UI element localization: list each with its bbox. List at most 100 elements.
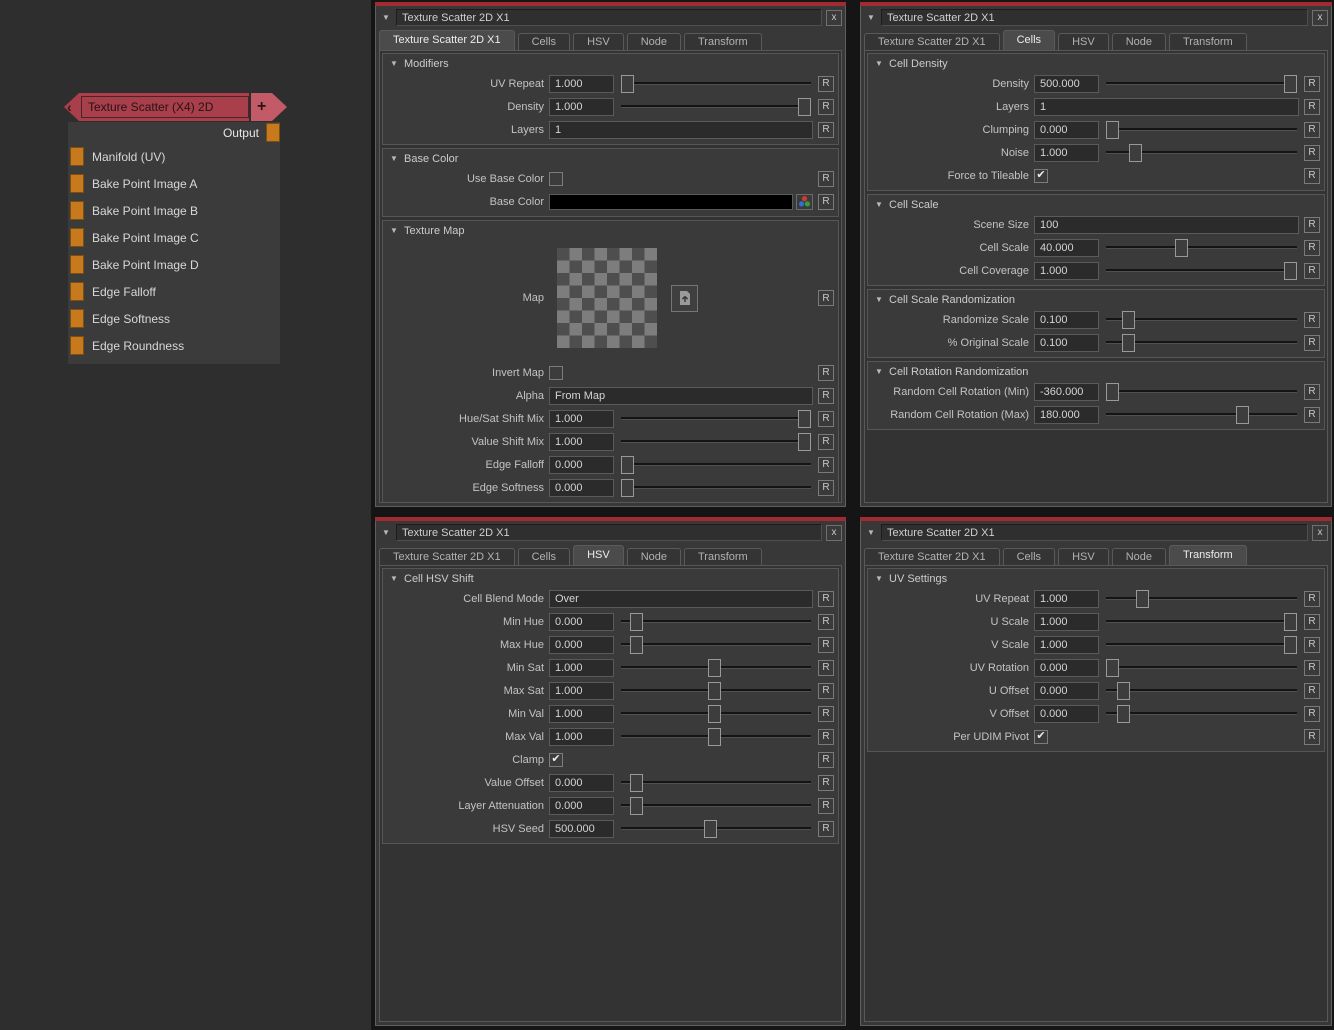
collapse-arrow-icon[interactable]: ▼ [865,528,877,537]
layer-attenuation-slider-handle[interactable] [630,797,643,815]
edge-softness-field[interactable]: 0.000 [549,479,614,497]
load-image-button[interactable] [671,285,698,312]
min-val-field[interactable]: 1.000 [549,705,614,723]
hue-sat-shift-mix-reset-button[interactable]: R [818,411,834,427]
value-shift-mix-slider-handle[interactable] [798,433,811,451]
panel-title-field[interactable]: Texture Scatter 2D X1 [881,9,1308,26]
density-reset-button[interactable]: R [1304,76,1320,92]
tab-cells[interactable]: Cells [518,33,570,50]
panel-title-field[interactable]: Texture Scatter 2D X1 [881,524,1308,541]
density-field[interactable]: 1.000 [549,98,614,116]
random-cell-rotation-max-slider-handle[interactable] [1236,406,1249,424]
hue-sat-shift-mix-slider-handle[interactable] [798,410,811,428]
collapse-arrow-icon[interactable]: ▼ [874,574,884,583]
u-scale-reset-button[interactable]: R [1304,614,1320,630]
collapse-arrow-icon[interactable]: ▼ [874,59,884,68]
cell-scale-slider-handle[interactable] [1175,239,1188,257]
density-reset-button[interactable]: R [818,99,834,115]
max-hue-slider-handle[interactable] [630,636,643,654]
edge-roundness-slider-handle[interactable] [621,502,634,504]
layer-attenuation-slider[interactable] [621,794,811,817]
u-offset-slider[interactable] [1106,679,1297,702]
collapse-arrow-icon[interactable]: ▼ [874,295,884,304]
edge-softness-reset-button[interactable]: R [818,480,834,496]
uv-repeat-slider[interactable] [621,72,811,95]
per-udim-pivot-checkbox[interactable]: ✔ [1034,730,1048,744]
density-slider[interactable] [1106,72,1297,95]
cell-coverage-field[interactable]: 1.000 [1034,262,1099,280]
min-hue-slider-handle[interactable] [630,613,643,631]
uv-repeat-slider-handle[interactable] [621,75,634,93]
collapse-arrow-icon[interactable]: ▼ [389,226,399,235]
randomize-scale-slider-handle[interactable] [1122,311,1135,329]
rgb-picker-icon[interactable] [796,194,813,210]
max-val-slider[interactable] [621,725,811,748]
scene-size-field[interactable]: 100 [1034,216,1299,234]
tab-transform[interactable]: Transform [1169,33,1247,50]
v-offset-slider[interactable] [1106,702,1297,725]
force-to-tileable-checkbox[interactable]: ✔ [1034,169,1048,183]
hsv-seed-slider-handle[interactable] [704,820,717,838]
hsv-seed-reset-button[interactable]: R [818,821,834,837]
v-offset-reset-button[interactable]: R [1304,706,1320,722]
max-val-slider-handle[interactable] [708,728,721,746]
clumping-field[interactable]: 0.000 [1034,121,1099,139]
uv-rotation-slider-handle[interactable] [1106,659,1119,677]
uv-repeat-field[interactable]: 1.000 [1034,590,1099,608]
value-shift-mix-reset-button[interactable]: R [818,434,834,450]
hsv-seed-field[interactable]: 500.000 [549,820,614,838]
max-sat-slider-handle[interactable] [708,682,721,700]
node-add-button[interactable]: + [249,93,287,121]
uv-rotation-reset-button[interactable]: R [1304,660,1320,676]
use-base-color-checkbox[interactable] [549,172,563,186]
collapse-arrow-icon[interactable]: ▼ [380,13,392,22]
max-sat-field[interactable]: 1.000 [549,682,614,700]
max-hue-reset-button[interactable]: R [818,637,834,653]
edge-softness-slider-handle[interactable] [621,479,634,497]
edge-roundness-reset-button[interactable]: R [818,503,834,504]
alpha-reset-button[interactable]: R [818,388,834,404]
cell-scale-reset-button[interactable]: R [1304,240,1320,256]
clumping-reset-button[interactable]: R [1304,122,1320,138]
cell-blend-mode-dropdown[interactable]: Over [549,590,813,608]
min-val-slider-handle[interactable] [708,705,721,723]
tab-cells[interactable]: Cells [518,548,570,565]
u-offset-reset-button[interactable]: R [1304,683,1320,699]
collapse-arrow-icon[interactable]: ▼ [865,13,877,22]
manifold-uv-connector[interactable] [70,147,84,166]
density-slider[interactable] [621,95,811,118]
edge-falloff-reset-button[interactable]: R [818,457,834,473]
tab-transform[interactable]: Transform [1169,545,1247,565]
tab-cells[interactable]: Cells [1003,548,1055,565]
random-cell-rotation-min-reset-button[interactable]: R [1304,384,1320,400]
bake-point-image-b-connector[interactable] [70,201,84,220]
layers-field[interactable]: 1 [1034,98,1299,116]
tab-transform[interactable]: Transform [684,548,762,565]
clamp-reset-button[interactable]: R [818,752,834,768]
hue-sat-shift-mix-slider[interactable] [621,407,811,430]
collapse-arrow-icon[interactable]: ▼ [874,200,884,209]
cell-scale-field[interactable]: 40.000 [1034,239,1099,257]
value-shift-mix-slider[interactable] [621,430,811,453]
tab-texture-scatter-2d-x1[interactable]: Texture Scatter 2D X1 [864,548,1000,565]
min-val-slider[interactable] [621,702,811,725]
collapse-arrow-icon[interactable]: ▼ [389,574,399,583]
randomize-scale-reset-button[interactable]: R [1304,312,1320,328]
panel-title-field[interactable]: Texture Scatter 2D X1 [396,9,822,26]
edge-falloff-connector[interactable] [70,282,84,301]
output-connector[interactable] [266,123,280,142]
value-shift-mix-field[interactable]: 1.000 [549,433,614,451]
v-scale-slider-handle[interactable] [1284,636,1297,654]
random-cell-rotation-min-slider-handle[interactable] [1106,383,1119,401]
collapse-arrow-icon[interactable]: ▼ [874,367,884,376]
close-button[interactable]: x [826,525,842,541]
edge-softness-slider[interactable] [621,476,811,499]
uv-repeat-reset-button[interactable]: R [1304,591,1320,607]
hsv-seed-slider[interactable] [621,817,811,840]
map-thumbnail[interactable] [557,248,657,348]
u-offset-field[interactable]: 0.000 [1034,682,1099,700]
tab-texture-scatter-2d-x1[interactable]: Texture Scatter 2D X1 [379,548,515,565]
force-to-tileable-reset-button[interactable]: R [1304,168,1320,184]
invert-map-reset-button[interactable]: R [818,365,834,381]
collapse-arrow-icon[interactable]: ▼ [380,528,392,537]
